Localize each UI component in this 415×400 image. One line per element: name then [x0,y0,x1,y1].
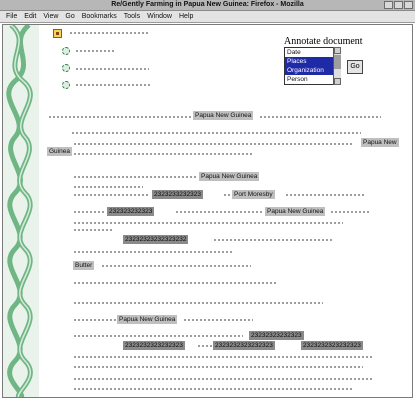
entity-tag-place[interactable]: Papua New Guinea [265,207,326,216]
close-button[interactable] [404,1,413,9]
menu-tools[interactable]: Tools [124,13,140,20]
obscured-text-line [73,228,113,232]
entity-tag-number[interactable]: 23232323232323232 [123,235,189,244]
obscured-text-line [175,210,263,214]
obscured-text-line [69,31,149,35]
window-controls [384,1,413,9]
obscured-text-line [71,131,361,135]
obscured-text-line [75,49,115,53]
entity-tag-place[interactable]: Guinea [47,147,72,156]
go-button[interactable]: Go [347,60,363,74]
menu-view[interactable]: View [43,13,58,20]
obscured-text-line [285,193,365,197]
option-date[interactable]: Date [285,48,340,57]
annotate-panel: Annotate document Date Places Organizati… [284,36,369,85]
option-places[interactable]: Places [285,57,340,66]
tree-node-icon[interactable] [62,81,70,89]
obscured-text-line [73,334,243,338]
option-organization[interactable]: Organization [285,66,340,75]
scroll-up-arrow-icon[interactable] [334,47,341,54]
decorative-vine-border [3,25,39,397]
obscured-text-line [259,115,381,119]
obscured-text-line [330,210,370,214]
tree-node-icon[interactable] [62,64,70,72]
entity-tag-number[interactable]: 2323232323232323 [213,341,275,350]
entity-tag-number[interactable]: 2323232323232323 [301,341,363,350]
menu-help[interactable]: Help [179,13,193,20]
menu-go[interactable]: Go [65,13,74,20]
obscured-text-line [73,185,143,189]
obscured-text-line [73,152,253,156]
annotate-heading: Annotate document [284,36,363,47]
obscured-text-line [197,344,213,348]
tree-node-icon[interactable] [62,47,70,55]
obscured-text-line [75,67,149,71]
entity-tag-number[interactable]: 23232323232323 [249,331,304,340]
document-icon[interactable] [53,29,62,38]
entity-tag-place[interactable]: Papua New Guinea [117,315,178,324]
entity-tag-place[interactable]: Papua New [361,138,399,147]
obscured-text-line [73,281,278,285]
obscured-text-line [73,193,149,197]
scroll-down-arrow-icon[interactable] [334,78,341,85]
obscured-text-line [73,142,353,146]
scrollbar-thumb[interactable] [334,55,341,69]
menu-edit[interactable]: Edit [24,13,36,20]
obscured-text-line [73,377,373,381]
obscured-text-line [48,115,193,119]
menubar: File Edit View Go Bookmarks Tools Window… [0,11,415,23]
obscured-text-line [73,221,343,225]
obscured-text-line [223,193,231,197]
obscured-text-line [73,318,117,322]
browser-viewport[interactable]: Annotate document Date Places Organizati… [2,24,413,398]
obscured-text-line [183,318,253,322]
window-titlebar: Re/Gently Farming in Papua New Guinea: F… [0,0,415,11]
obscured-text-line [101,264,251,268]
obscured-text-line [75,83,151,87]
obscured-text-line [73,365,363,369]
obscured-text-line [73,250,233,254]
entity-tag-place[interactable]: Papua New Guinea [193,111,254,120]
listbox-scrollbar[interactable] [333,47,341,85]
maximize-button[interactable] [394,1,403,9]
entity-tag-number[interactable]: 2323233232323 [152,190,203,199]
obscured-text-line [73,175,197,179]
obscured-text-line [73,210,105,214]
option-person[interactable]: Person [285,75,340,84]
entity-tag-place[interactable]: Papua New Guinea [199,172,260,181]
obscured-text-line [73,387,353,391]
obscured-text-line [73,301,323,305]
entity-tag-place[interactable]: Port Moresby [232,190,275,199]
menu-file[interactable]: File [6,13,17,20]
obscured-text-line [73,355,373,359]
entity-tag-organization[interactable]: Butter [73,261,95,270]
window-title: Re/Gently Farming in Papua New Guinea: F… [111,1,304,8]
entity-tag-number[interactable]: 232323232323 [107,207,155,216]
menu-bookmarks[interactable]: Bookmarks [82,13,117,20]
minimize-button[interactable] [384,1,393,9]
obscured-text-line [213,238,333,242]
menu-window[interactable]: Window [147,13,172,20]
entity-tag-number[interactable]: 2323232323232323 [123,341,185,350]
